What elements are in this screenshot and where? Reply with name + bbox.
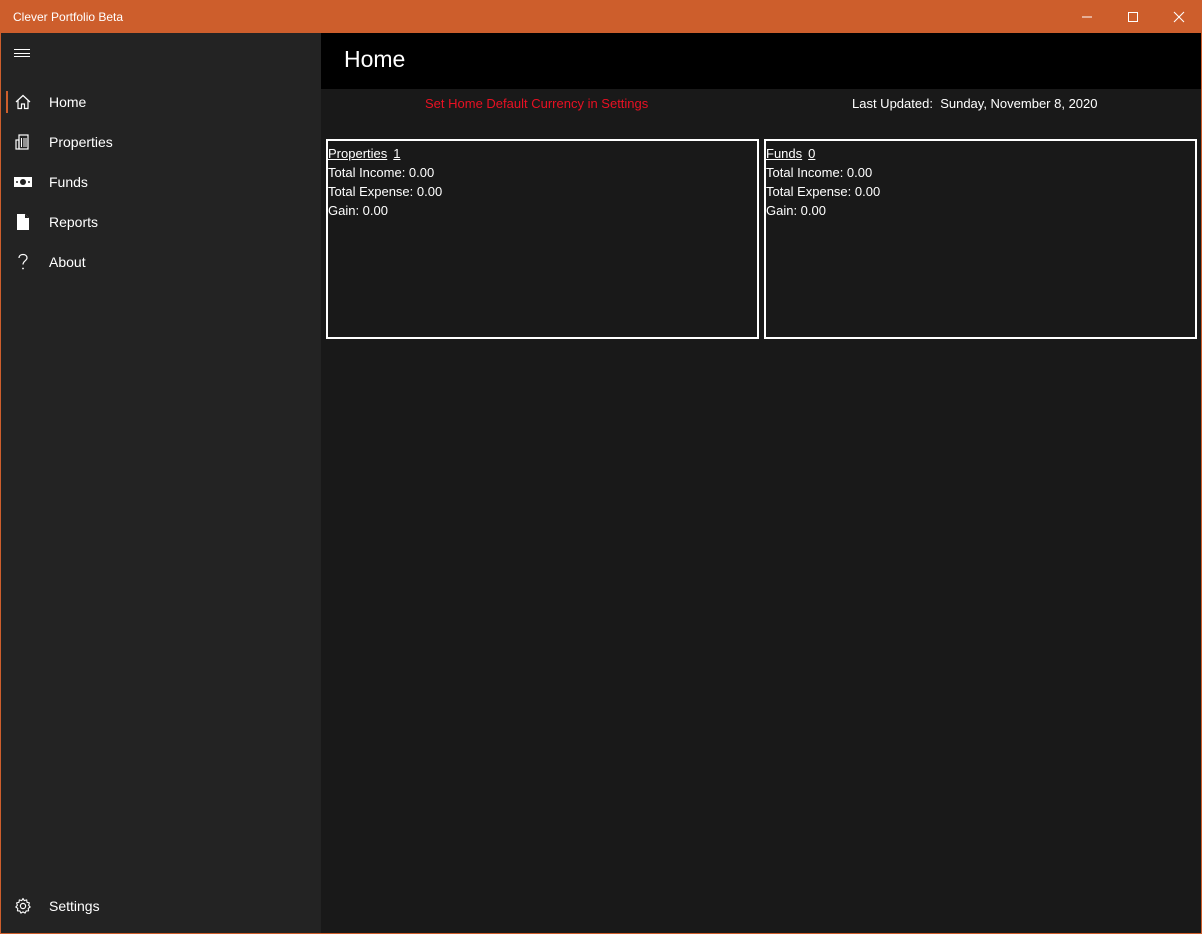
title-bar: Clever Portfolio Beta [0, 0, 1202, 33]
building-icon [13, 132, 33, 152]
funds-count-link[interactable]: 0 [808, 146, 815, 161]
document-icon [13, 212, 33, 232]
minimize-icon [1082, 16, 1092, 17]
maximize-button[interactable] [1110, 0, 1156, 33]
sidebar-item-label: Properties [49, 134, 113, 150]
selection-indicator [6, 91, 8, 113]
sidebar-item-label: Reports [49, 214, 99, 230]
app-title: Clever Portfolio Beta [13, 9, 124, 24]
last-updated: Last Updated: Sunday, November 8, 2020 [852, 96, 1098, 111]
close-icon [1173, 11, 1185, 22]
total-expense: Total Expense: 0.00 [766, 184, 881, 199]
sidebar-item-reports[interactable]: Reports [1, 202, 321, 242]
navigation-pane: Home Properties Funds Reports About Sett… [1, 33, 321, 933]
gain: Gain: 0.00 [766, 203, 826, 218]
funds-summary-card: Funds 0 Total Income: 0.00 Total Expense:… [764, 139, 1197, 339]
total-income: Total Income: 0.00 [328, 165, 435, 180]
sidebar-item-label: Funds [49, 174, 88, 190]
card-header: Properties 1 [328, 144, 757, 163]
sidebar-item-label: Settings [49, 898, 100, 914]
sidebar-item-about[interactable]: About [1, 242, 321, 282]
question-icon [13, 252, 33, 272]
maximize-icon [1128, 11, 1138, 22]
hamburger-icon[interactable] [14, 46, 30, 60]
sidebar-item-funds[interactable]: Funds [1, 162, 321, 202]
money-icon [13, 172, 33, 192]
sidebar-item-properties[interactable]: Properties [1, 122, 321, 162]
total-expense: Total Expense: 0.00 [328, 184, 443, 199]
home-icon [13, 92, 33, 112]
gear-icon [13, 896, 33, 916]
sidebar-item-settings[interactable]: Settings [1, 886, 321, 926]
properties-link[interactable]: Properties [328, 146, 387, 161]
funds-link[interactable]: Funds [766, 146, 802, 161]
gain: Gain: 0.00 [328, 203, 388, 218]
last-updated-value: Sunday, November 8, 2020 [940, 96, 1098, 111]
page-title: Home [344, 46, 406, 72]
sidebar-item-label: About [49, 254, 86, 270]
app-window: Clever Portfolio Beta Home Properties Fu… [0, 0, 1202, 934]
close-button[interactable] [1156, 0, 1202, 33]
properties-count-link[interactable]: 1 [393, 146, 400, 161]
page-header: Home [321, 33, 1201, 89]
currency-warning-text: Set Home Default Currency in Settings [425, 96, 649, 111]
properties-summary-card: Properties 1 Total Income: 0.00 Total Exp… [326, 139, 759, 339]
last-updated-label: Last Updated: [852, 96, 933, 111]
minimize-button[interactable] [1064, 0, 1110, 33]
sidebar-item-home[interactable]: Home [1, 82, 321, 122]
sidebar-item-label: Home [49, 94, 87, 110]
total-income: Total Income: 0.00 [766, 165, 873, 180]
card-header: Funds 0 [766, 144, 1195, 163]
